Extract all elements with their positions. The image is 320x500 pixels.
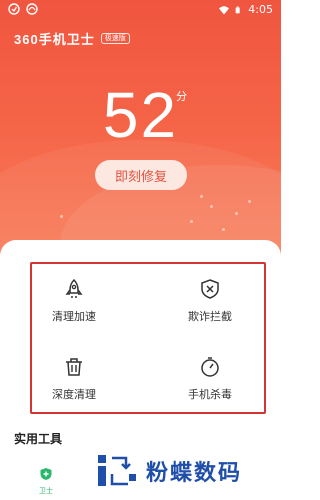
feature-deep-clean[interactable]: 深度清理 [34,356,114,402]
feature-label: 深度清理 [52,388,96,401]
status-bar: 4:05 [0,0,281,20]
edition-badge: 极速版 [100,33,130,44]
shield-plus-icon [40,468,52,480]
score-value: 52 [102,79,179,151]
app-name: 360手机卫士 [14,32,95,47]
shield-status-icon [26,3,38,15]
feature-label: 手机杀毒 [188,388,232,401]
tools-section-title: 实用工具 [14,432,63,446]
security-score: 52 分 [0,78,281,152]
score-unit: 分 [176,90,187,103]
watermark: 粉蝶数码 [96,452,242,490]
feature-label: 清理加速 [52,310,96,323]
shield-x-icon [201,279,219,299]
app-title: 360手机卫士 极速版 [14,29,130,48]
virus-scan-icon [201,357,219,377]
feature-antivirus[interactable]: 手机杀毒 [170,356,250,402]
rocket-icon [65,278,83,298]
fix-now-button[interactable]: 即刻修复 [95,160,187,190]
feature-fraud-block[interactable]: 欺诈拦截 [170,278,250,324]
trash-icon [66,358,82,376]
feature-label: 欺诈拦截 [188,310,232,323]
feature-clean-speed[interactable]: 清理加速 [34,278,114,324]
status-time: 4:05 [248,3,273,16]
tab-label: 卫士 [39,487,53,495]
battery-icon [235,5,240,13]
feature-grid: 清理加速 欺诈拦截 深度清理 手机杀毒 [30,262,266,414]
watermark-logo-icon [98,455,136,486]
tab-guard[interactable]: 卫士 [36,466,56,496]
wifi-icon [219,5,230,14]
notification-icon [8,3,20,15]
watermark-text: 粉蝶数码 [146,461,243,486]
